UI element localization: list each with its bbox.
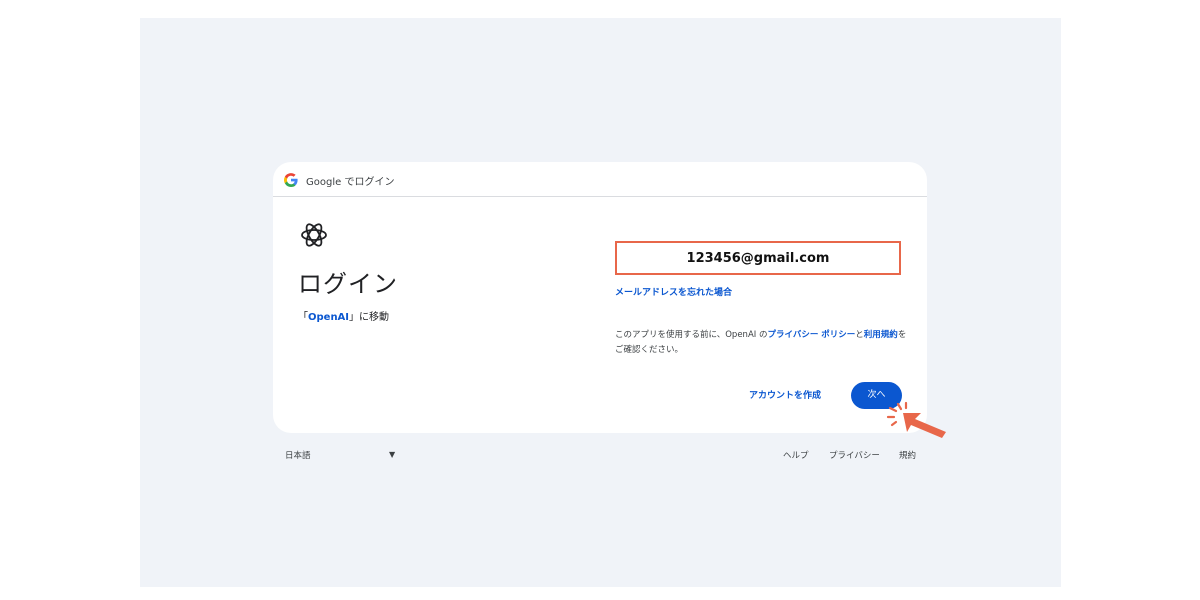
google-g-icon xyxy=(284,173,298,187)
footer-privacy-link[interactable]: プライバシー xyxy=(829,449,880,461)
card-header: Google でログイン xyxy=(273,162,927,197)
email-field[interactable]: 123456@gmail.com xyxy=(615,241,901,275)
language-selector[interactable]: 日本語 xyxy=(285,449,311,461)
subtitle-prefix: 「 xyxy=(298,312,308,323)
subtitle-suffix: 」に移動 xyxy=(349,312,390,323)
page-subtitle: 「OpenAI」に移動 xyxy=(298,308,389,323)
footer-terms-link[interactable]: 規約 xyxy=(899,449,916,461)
page-title: ログイン xyxy=(298,270,398,298)
privacy-policy-link[interactable]: プライバシー ポリシー xyxy=(767,330,855,340)
forgot-email-link[interactable]: メールアドレスを忘れた場合 xyxy=(615,285,732,298)
sign-in-card: Google でログイン ログイン 「OpenAI」に移動 123456@gma… xyxy=(273,162,927,433)
footer-help-link[interactable]: ヘルプ xyxy=(783,449,809,461)
openai-logo-icon xyxy=(301,223,327,247)
policy-text-2: と xyxy=(855,330,864,340)
terms-link[interactable]: 利用規約 xyxy=(864,330,898,340)
policy-notice: このアプリを使用する前に、OpenAI のプライバシー ポリシーと利用規約をご確… xyxy=(615,328,907,358)
email-value: 123456@gmail.com xyxy=(686,251,830,266)
openai-link[interactable]: OpenAI xyxy=(308,312,349,323)
header-title: Google でログイン xyxy=(306,177,395,188)
create-account-button[interactable]: アカウントを作成 xyxy=(749,388,821,401)
dropdown-caret-icon[interactable]: ▼ xyxy=(389,450,395,459)
policy-text-1: このアプリを使用する前に、OpenAI の xyxy=(615,330,768,340)
pointer-cursor-icon xyxy=(886,401,946,438)
